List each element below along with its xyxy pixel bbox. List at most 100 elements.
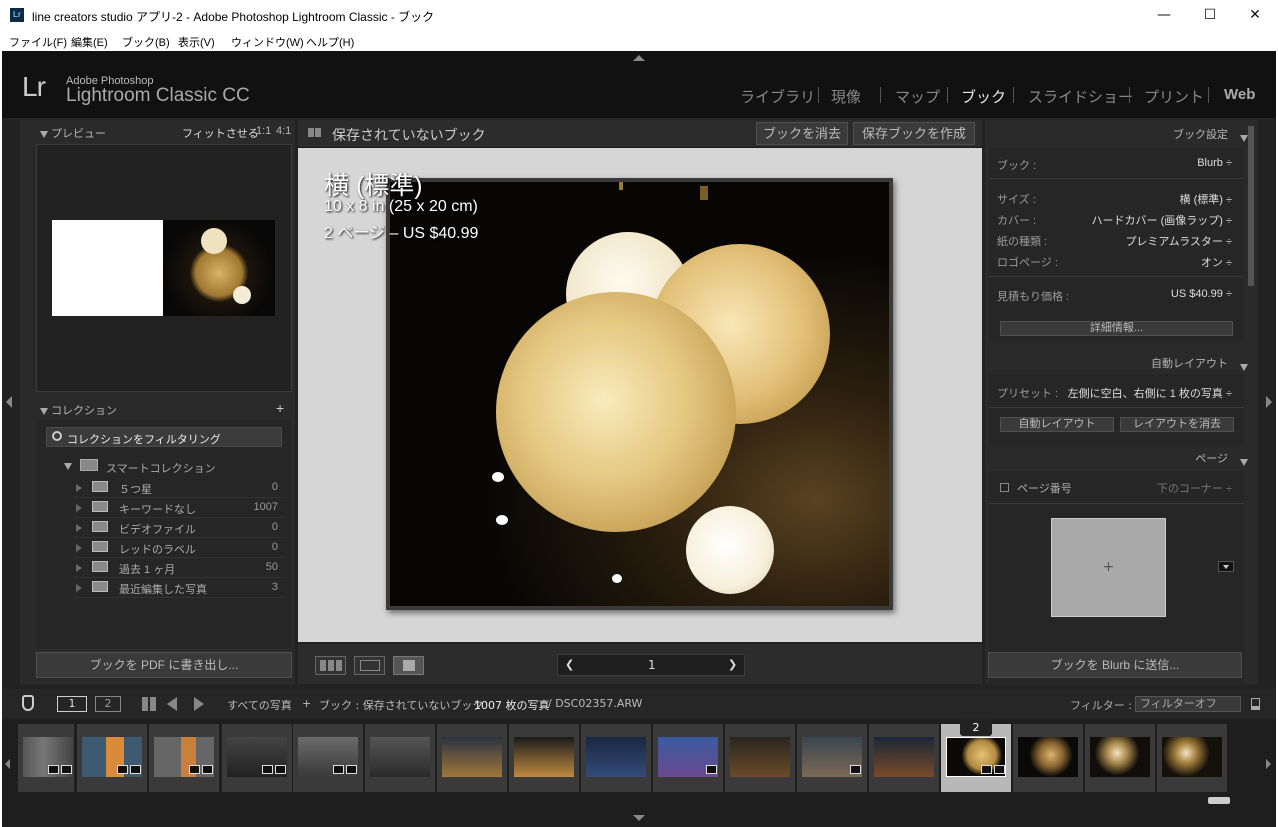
module-book[interactable]: ブック [961, 86, 1006, 107]
clear-layout-button[interactable]: レイアウトを消去 [1120, 417, 1234, 432]
filter-select[interactable]: フィルターオフ [1135, 696, 1241, 712]
minimize-button[interactable]: — [1141, 0, 1187, 30]
collapse-bottom-arrow-icon[interactable] [633, 815, 645, 821]
page-number-checkbox[interactable] [1000, 483, 1009, 492]
paper-select[interactable]: プレミアムラスター ÷ [1125, 233, 1232, 249]
navigator-preview[interactable] [36, 144, 292, 392]
collapse-triangle-icon[interactable] [1240, 364, 1248, 371]
create-saved-book-button[interactable]: 保存ブックを作成 [853, 122, 975, 145]
right-panel-scrollbar[interactable] [1248, 126, 1254, 286]
smart-collection-set[interactable]: スマートコレクション [36, 458, 292, 478]
filmstrip-thumbnail[interactable] [797, 724, 867, 792]
back-arrow-icon[interactable] [167, 697, 177, 711]
filmstrip-thumbnail[interactable] [581, 724, 651, 792]
collapse-top-arrow-icon[interactable] [633, 55, 645, 61]
collapse-triangle-icon[interactable] [1240, 459, 1248, 466]
menu-help[interactable]: ヘルプ(H) [306, 34, 354, 50]
module-slideshow[interactable]: スライドショー [1028, 86, 1133, 107]
source-all-photos[interactable]: すべての写真 [227, 697, 292, 713]
next-page-button[interactable]: ❯ [728, 658, 737, 671]
preview-fit[interactable]: フィットさせる [182, 125, 259, 141]
clear-book-button[interactable]: ブックを消去 [756, 122, 848, 145]
grid-view-icon[interactable] [142, 697, 156, 711]
filmstrip-thumbnail[interactable] [1013, 724, 1083, 792]
left-panel-toggle-icon[interactable] [6, 396, 12, 408]
cover-select[interactable]: ハードカバー (画像ラップ) ÷ [1092, 212, 1232, 228]
module-map[interactable]: マップ [895, 86, 940, 107]
filmstrip-thumbnail[interactable] [1085, 724, 1155, 792]
menu-book[interactable]: ブック(B) [122, 34, 170, 50]
smart-collection-count: 3 [271, 581, 278, 593]
smart-collection-item[interactable]: 最近編集した写真 3 [36, 578, 292, 598]
filmstrip-thumbnail[interactable] [437, 724, 507, 792]
screen-1-button[interactable]: 1 [57, 696, 87, 712]
spread-view-icon[interactable] [354, 656, 385, 675]
preset-select[interactable]: 左側に空白、右側に 1 枚の写真 ÷ [1068, 385, 1232, 401]
filmstrip-thumbnail[interactable] [1157, 724, 1227, 792]
multi-page-view-icon[interactable] [315, 656, 346, 675]
menu-file[interactable]: ファイル(F) [9, 34, 67, 50]
smart-collection-item[interactable]: ビデオファイル 0 [36, 518, 292, 538]
send-to-blurb-button[interactable]: ブックを Blurb に送信... [988, 652, 1242, 678]
estimate-select[interactable]: US $40.99 ÷ [1171, 288, 1232, 300]
forward-arrow-icon[interactable] [194, 697, 204, 711]
smart-collection-item[interactable]: 過去 1 ヶ月 50 [36, 558, 292, 578]
logo-page-select[interactable]: オン ÷ [1201, 254, 1232, 270]
template-dropdown-icon[interactable] [1218, 561, 1234, 572]
filmstrip-scroll-right-icon[interactable] [1266, 759, 1271, 769]
window-titlebar: Lr line creators studio アプリ-2 - Adobe Ph… [0, 0, 1278, 30]
collection-set-icon [80, 459, 98, 471]
smart-collection-item[interactable]: ５つ星 0 [36, 478, 292, 498]
filmstrip-thumbnail[interactable] [222, 724, 292, 792]
module-library[interactable]: ライブラリ [740, 86, 815, 107]
single-page-view-icon[interactable] [393, 656, 424, 675]
smart-collection-item[interactable]: レッドのラベル 0 [36, 538, 292, 558]
source-book[interactable]: ブック : 保存されていないブック [319, 697, 483, 713]
collection-filter-input[interactable]: コレクションをフィルタリング [46, 427, 282, 447]
auto-layout-button[interactable]: 自動レイアウト [1000, 417, 1114, 432]
module-develop[interactable]: 現像 [831, 86, 861, 107]
filmstrip-thumbnail[interactable] [365, 724, 435, 792]
export-pdf-button[interactable]: ブックを PDF に書き出し... [36, 652, 292, 678]
filmstrip-scroll-left-icon[interactable] [5, 759, 10, 769]
close-button[interactable]: ✕ [1232, 0, 1278, 30]
module-web[interactable]: Web [1224, 86, 1255, 103]
collections-header[interactable]: コレクション [40, 402, 117, 418]
menu-view[interactable]: 表示(V) [178, 34, 215, 50]
maximize-button[interactable]: ☐ [1187, 0, 1233, 30]
prev-page-button[interactable]: ❮ [565, 658, 574, 671]
filmstrip-thumbnail[interactable] [18, 724, 74, 792]
current-filename[interactable]: / DSC02357.ARW [548, 697, 642, 710]
filmstrip-scrollbar-thumb[interactable] [1208, 797, 1230, 804]
preview-1to1[interactable]: 1:1 [256, 125, 271, 137]
preview-header[interactable]: プレビュー [40, 125, 106, 141]
hand-tool-icon[interactable] [22, 695, 34, 711]
page-template-thumbnail[interactable]: + [1051, 518, 1166, 617]
right-panel-toggle-icon[interactable] [1266, 396, 1272, 408]
screen-2-button[interactable]: 2 [95, 696, 121, 712]
collapse-triangle-icon[interactable] [1240, 135, 1248, 142]
badge-icon [333, 765, 344, 774]
filmstrip-thumbnail[interactable] [149, 724, 219, 792]
preview-4to1[interactable]: 4:1 [276, 125, 291, 137]
menu-window[interactable]: ウィンドウ(W) [231, 34, 304, 50]
filmstrip-thumbnail[interactable] [869, 724, 939, 792]
add-collection-icon[interactable]: + [276, 400, 284, 416]
book-type-select[interactable]: Blurb ÷ [1197, 157, 1232, 169]
filmstrip-thumbnail[interactable] [653, 724, 723, 792]
page-photo[interactable] [390, 182, 889, 606]
filmstrip-thumbnail[interactable] [77, 724, 147, 792]
menu-edit[interactable]: 編集(E) [71, 34, 108, 50]
filmstrip-thumbnail[interactable] [725, 724, 795, 792]
thumbnail-image [874, 737, 934, 777]
filmstrip-thumbnail[interactable] [509, 724, 579, 792]
filmstrip-thumbnail-selected[interactable]: 2 [941, 719, 1011, 792]
paper-label: 紙の種類 : [997, 236, 1048, 248]
module-print[interactable]: プリント [1144, 86, 1204, 107]
smart-collection-item[interactable]: キーワードなし 1007 [36, 498, 292, 518]
size-select[interactable]: 横 (標準) ÷ [1180, 191, 1232, 207]
page-number-position-select[interactable]: 下のコーナー ÷ [1157, 480, 1232, 496]
filter-lock-icon[interactable] [1251, 698, 1260, 710]
filmstrip-thumbnail[interactable] [293, 724, 363, 792]
details-button[interactable]: 詳細情報... [1000, 321, 1233, 336]
